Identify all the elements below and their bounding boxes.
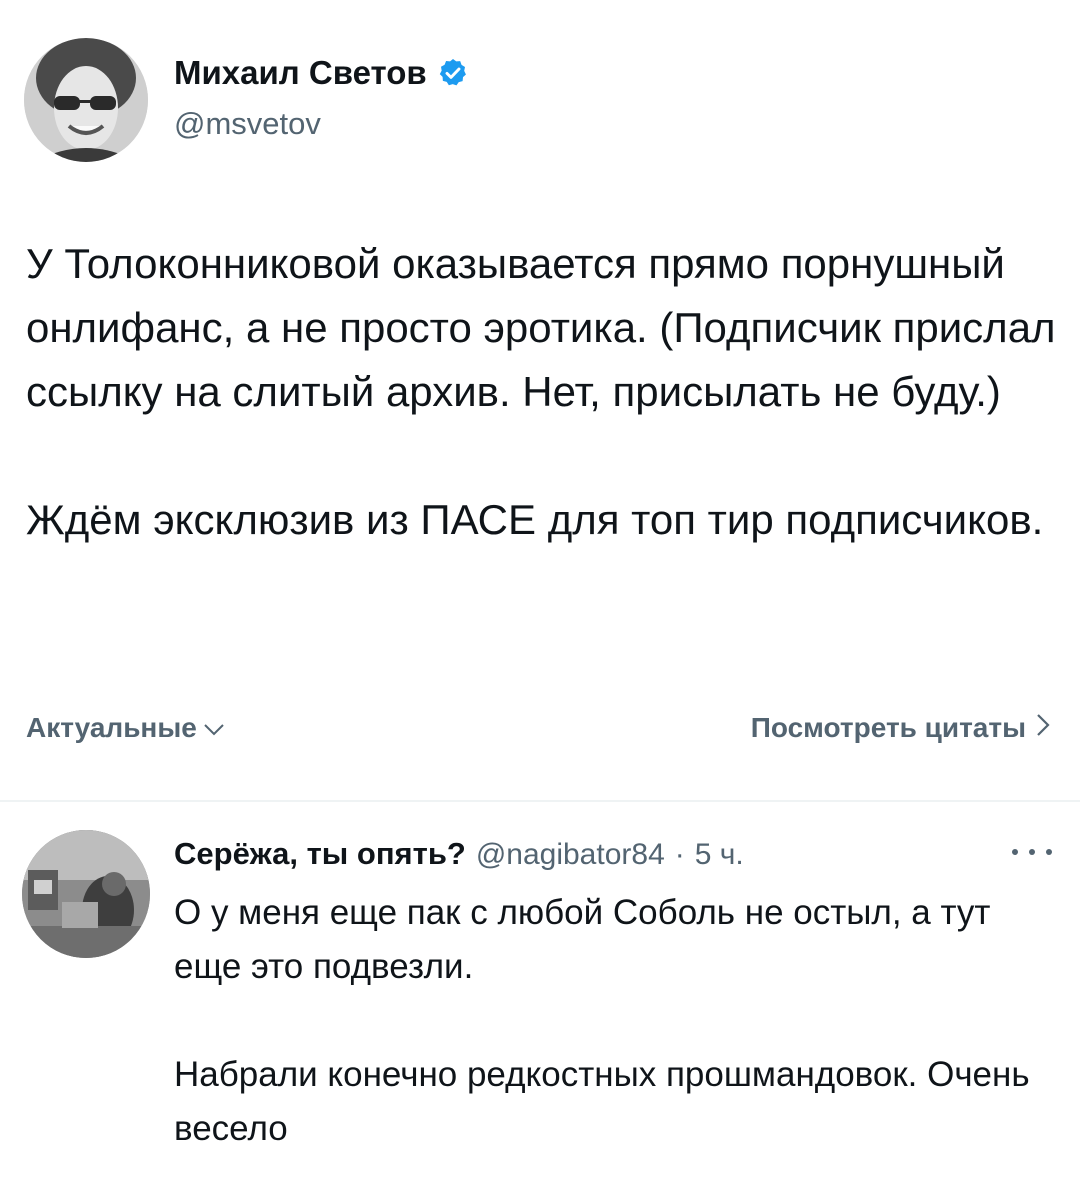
relevant-sort-label: Актуальные: [26, 712, 197, 743]
main-post: Михаил Светов @msvetov У Толоконниковой …: [0, 0, 1080, 800]
reply-timestamp[interactable]: 5 ч.: [695, 838, 744, 872]
reply-paragraph: Набрали конечно редкостных прошмандовок.…: [174, 1055, 1030, 1148]
post-text: У Толоконниковой оказывается прямо порну…: [26, 232, 1056, 552]
view-quotes-label: Посмотреть цитаты: [750, 712, 1026, 743]
more-horizontal-icon[interactable]: [1012, 842, 1052, 862]
more-dot: [1046, 849, 1052, 855]
chevron-down-icon: [203, 712, 225, 744]
author-name-row[interactable]: Михаил Светов: [174, 56, 469, 89]
author-handle[interactable]: @msvetov: [174, 108, 321, 139]
author-avatar[interactable]: [24, 38, 148, 162]
post-paragraph: Ждём эксклюзив из ПАСЕ для топ тир подпи…: [26, 496, 1044, 543]
reply-header: Серёжа, ты опять? @nagibator84 · 5 ч.: [174, 836, 744, 872]
more-dot: [1029, 849, 1035, 855]
reply-author-name[interactable]: Серёжа, ты опять?: [174, 836, 466, 872]
reply-avatar-image: [22, 830, 150, 958]
chevron-right-icon: [1036, 712, 1050, 744]
author-avatar-image: [24, 38, 148, 162]
post-actions-row: Актуальные Посмотреть цитаты: [26, 712, 1050, 752]
reply-avatar[interactable]: [22, 830, 150, 958]
verified-badge-icon: [437, 57, 469, 89]
author-name[interactable]: Михаил Светов: [174, 56, 427, 89]
post-paragraph: У Толоконниковой оказывается прямо порну…: [26, 240, 1056, 415]
view-quotes-button[interactable]: Посмотреть цитаты: [751, 712, 1050, 744]
relevant-sort-button[interactable]: Актуальные: [26, 712, 225, 744]
reply-text: О у меня еще пак с любой Соболь не остыл…: [174, 886, 1054, 1156]
reply-paragraph: О у меня еще пак с любой Соболь не остыл…: [174, 893, 991, 986]
reply-author-handle[interactable]: @nagibator84: [476, 838, 665, 872]
reply-post[interactable]: Серёжа, ты опять? @nagibator84 · 5 ч. О …: [0, 802, 1080, 1196]
more-dot: [1012, 849, 1018, 855]
reply-separator: ·: [674, 838, 685, 871]
